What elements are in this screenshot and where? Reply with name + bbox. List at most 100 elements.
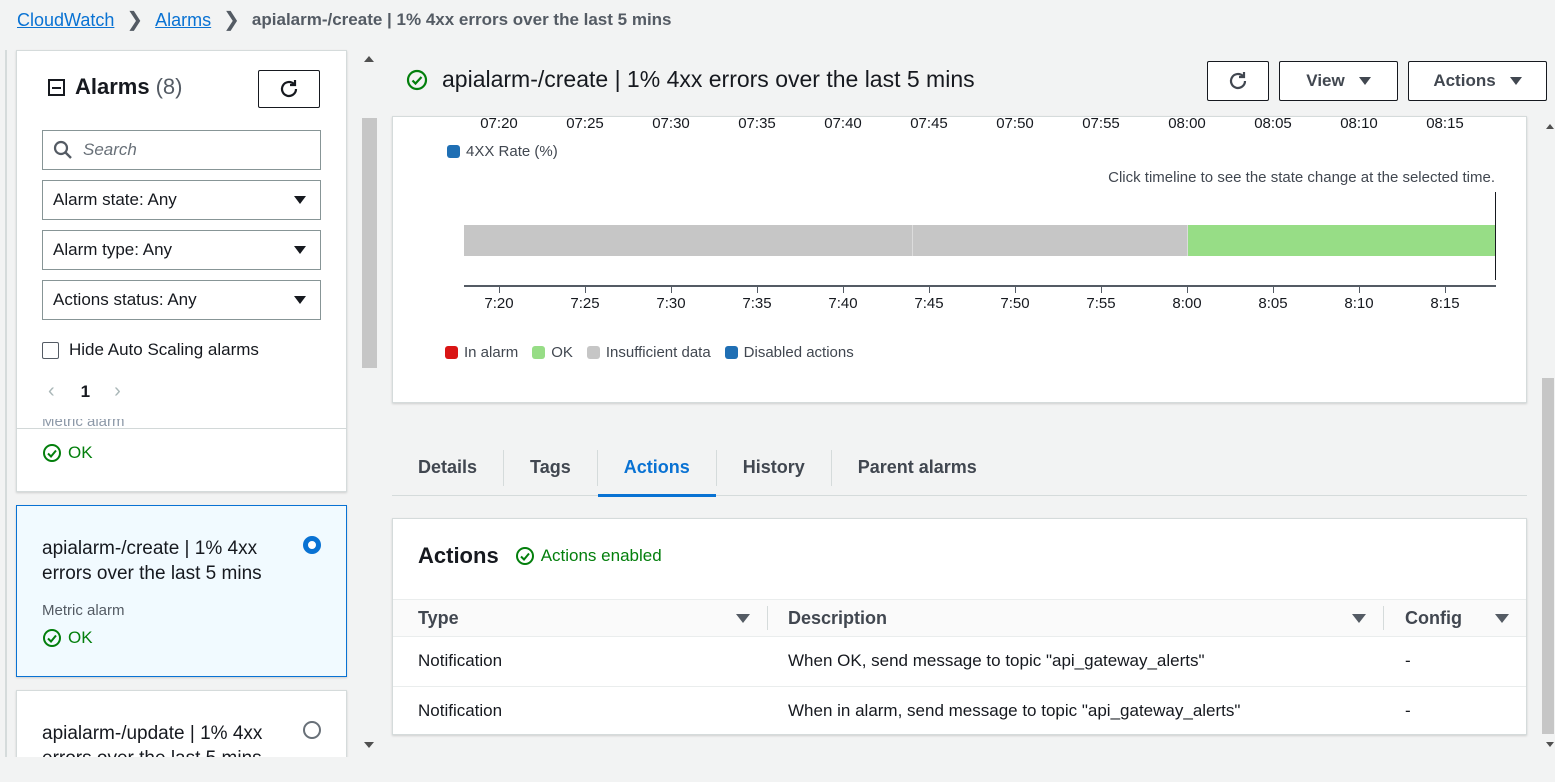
scroll-up-icon[interactable]	[1546, 124, 1554, 129]
status-text: OK	[68, 443, 93, 462]
timeline-end-line	[1495, 192, 1496, 280]
breadcrumb-cloudwatch[interactable]: CloudWatch	[17, 10, 114, 31]
timeline-segment[interactable]	[911, 225, 1187, 256]
top-axis-tick: 08:05	[1254, 115, 1292, 132]
hide-autoscaling-checkbox[interactable]	[42, 341, 59, 359]
pagination: ‹ 1 ›	[48, 380, 121, 403]
top-axis-tick: 07:20	[480, 115, 518, 132]
tab-details[interactable]: Details	[392, 440, 503, 496]
bottom-mask	[0, 757, 390, 782]
scroll-down-icon[interactable]	[364, 742, 374, 748]
legend-swatch	[447, 145, 460, 158]
column-description[interactable]: Description	[788, 608, 887, 629]
collapse-icon[interactable]	[48, 78, 65, 96]
bottom-axis-tick: 7:20	[484, 295, 514, 312]
alarm-card[interactable]: apialarm-/update | 1% 4xx errors over th…	[16, 690, 347, 760]
actions-status-select[interactable]: Actions status: Any	[42, 280, 321, 320]
actions-label: Actions	[1433, 71, 1496, 90]
row-1-type: Notification	[418, 651, 503, 670]
search-input[interactable]	[83, 140, 303, 160]
sort-icon[interactable]	[1352, 614, 1366, 623]
top-axis-tick: 07:55	[1082, 115, 1120, 132]
column-type[interactable]: Type	[418, 608, 459, 629]
axis-tick-mark	[671, 287, 672, 293]
alarm-card[interactable]: Metric alarm OK	[16, 419, 347, 492]
sidebar-refresh-button[interactable]	[258, 70, 320, 108]
axis-tick-mark	[757, 287, 758, 293]
top-axis-tick: 07:45	[910, 115, 948, 132]
caret-down-icon	[1358, 77, 1371, 85]
bottom-axis-tick: 7:45	[914, 295, 944, 312]
breadcrumb-alarms[interactable]: Alarms	[155, 10, 211, 31]
legend-swatch	[724, 346, 738, 359]
axis-tick-mark	[585, 287, 586, 293]
alarm-state-select[interactable]: Alarm state: Any	[42, 180, 321, 220]
hide-autoscaling-label: Hide Auto Scaling alarms	[69, 340, 259, 359]
alarm-card-selected[interactable]: apialarm-/create | 1% 4xx errors over th…	[16, 505, 347, 677]
caret-down-icon	[1509, 77, 1522, 85]
alarm-title: apialarm-/create | 1% 4xx errors over th…	[442, 66, 975, 92]
legend-swatch	[586, 346, 600, 359]
timeline-segment[interactable]	[1187, 225, 1495, 256]
breadcrumb-current: apialarm-/create | 1% 4xx errors over th…	[251, 10, 672, 29]
tab-actions[interactable]: Actions	[597, 440, 716, 497]
alarm-state-label: Alarm state: Any	[53, 190, 177, 209]
bottom-axis-tick: 7:25	[570, 295, 600, 312]
bottom-axis-tick: 7:50	[1000, 295, 1030, 312]
alarm-card-title: apialarm-/create | 1% 4xx errors over th…	[42, 538, 262, 584]
actions-header: Actions Actions enabled	[418, 543, 662, 569]
alarm-search	[42, 130, 321, 170]
page-title: apialarm-/create | 1% 4xx errors over th…	[406, 66, 975, 93]
row-2-config: -	[1405, 701, 1411, 720]
check-circle-icon	[406, 69, 428, 90]
legend-swatch	[532, 346, 546, 359]
timeline-segment[interactable]	[464, 225, 912, 256]
actions-button[interactable]: Actions	[1408, 61, 1547, 101]
tab-history[interactable]: History	[717, 440, 831, 496]
top-axis-tick: 08:15	[1426, 115, 1464, 132]
axis-tick-mark	[1101, 287, 1102, 293]
sidebar-scrollbar-thumb[interactable]	[362, 118, 377, 368]
actions-table-header: Type Description Config	[393, 599, 1526, 637]
scroll-up-icon[interactable]	[364, 56, 374, 62]
legend-in-alarm: In alarm	[445, 344, 518, 361]
search-icon	[53, 140, 72, 159]
check-circle-icon	[43, 629, 61, 647]
view-button[interactable]: View	[1279, 61, 1398, 101]
tab-parent-alarms[interactable]: Parent alarms	[832, 440, 1003, 496]
metric-legend: 4XX Rate (%)	[447, 143, 558, 160]
refresh-button[interactable]	[1207, 61, 1269, 101]
top-axis-tick: 08:10	[1340, 115, 1378, 132]
axis-tick-mark	[1273, 287, 1274, 293]
top-axis-tick: 08:00	[1168, 115, 1206, 132]
row-1-config: -	[1405, 651, 1411, 670]
top-axis-tick: 07:50	[996, 115, 1034, 132]
bottom-axis-tick: 8:05	[1258, 295, 1288, 312]
left-frame-border	[5, 50, 7, 770]
top-axis-tick: 07:30	[652, 115, 690, 132]
actions-status-label: Actions status: Any	[53, 290, 197, 309]
top-axis-tick: 07:35	[738, 115, 776, 132]
scroll-down-icon[interactable]	[1546, 742, 1554, 747]
caret-down-icon	[294, 246, 306, 254]
main-scrollbar-thumb[interactable]	[1542, 378, 1554, 734]
alarm-type-select[interactable]: Alarm type: Any	[42, 230, 321, 270]
check-circle-icon	[43, 444, 61, 462]
bottom-axis-tick: 8:15	[1430, 295, 1460, 312]
sort-icon[interactable]	[736, 614, 750, 623]
alarm-radio[interactable]	[303, 721, 321, 739]
page-number[interactable]: 1	[81, 382, 90, 402]
top-axis-tick: 07:40	[824, 115, 862, 132]
status-text: OK	[68, 628, 93, 647]
tab-tags[interactable]: Tags	[504, 440, 597, 496]
column-config[interactable]: Config	[1405, 608, 1462, 629]
hide-autoscaling-toggle[interactable]: Hide Auto Scaling alarms	[42, 340, 259, 360]
top-axis-tick: 07:25	[566, 115, 604, 132]
sort-icon[interactable]	[1495, 614, 1509, 623]
refresh-icon	[1229, 72, 1247, 90]
alarm-radio-selected[interactable]	[303, 536, 321, 554]
caret-down-icon	[294, 196, 306, 204]
chevron-left-icon[interactable]: ‹	[48, 380, 55, 403]
chevron-right-icon[interactable]: ›	[114, 380, 121, 403]
bottom-axis-tick: 8:00	[1172, 295, 1202, 312]
